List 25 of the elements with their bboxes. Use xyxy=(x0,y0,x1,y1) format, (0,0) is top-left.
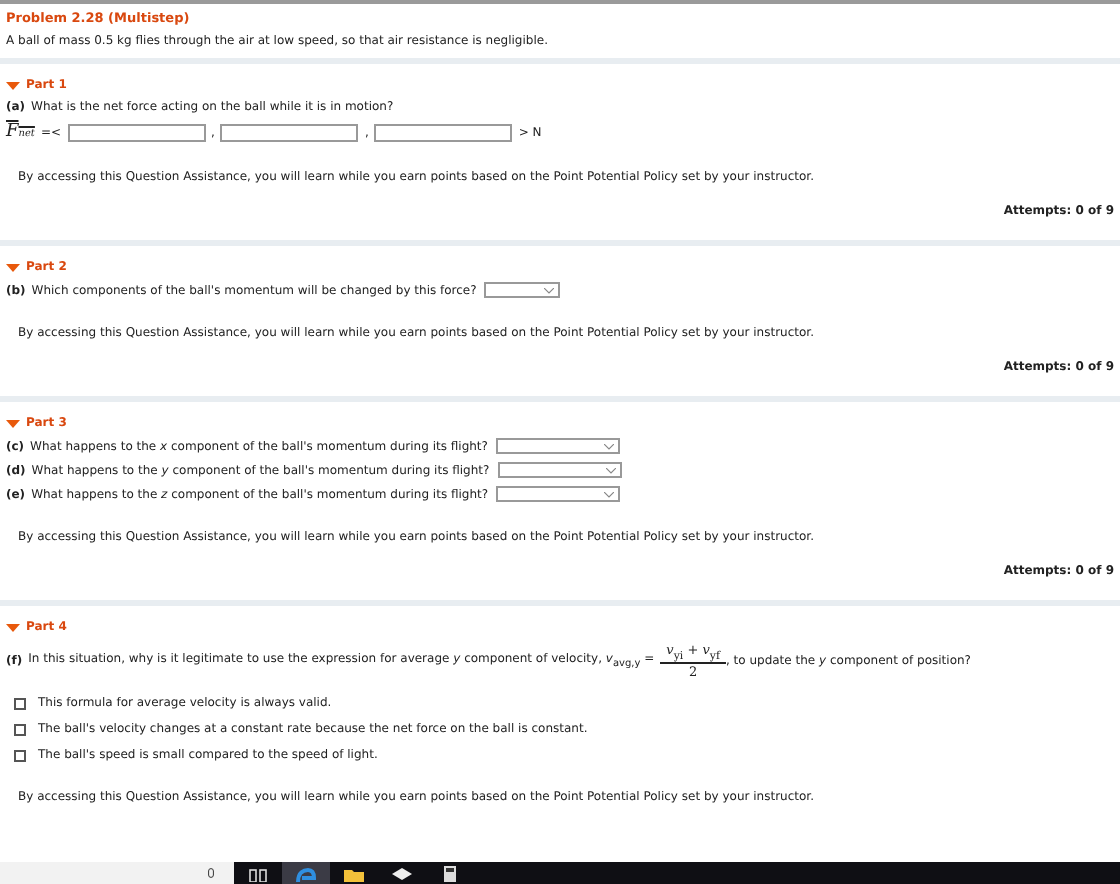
mortarboard-icon[interactable] xyxy=(392,865,412,881)
calculator-icon[interactable] xyxy=(440,865,460,881)
answer-dropdown[interactable] xyxy=(484,282,561,298)
answer-dropdown[interactable] xyxy=(495,438,620,454)
collapse-arrow-icon[interactable] xyxy=(6,419,20,427)
collapse-arrow-icon[interactable] xyxy=(6,81,20,89)
chevron-down-icon xyxy=(605,467,616,473)
task-view-icon[interactable] xyxy=(248,865,268,881)
checkbox[interactable] xyxy=(14,723,26,736)
microphone-icon[interactable] xyxy=(208,868,214,878)
collapse-arrow-icon[interactable] xyxy=(6,623,20,631)
checkbox[interactable] xyxy=(14,697,26,710)
answer-field[interactable] xyxy=(374,123,513,141)
browser-icon[interactable] xyxy=(296,865,316,881)
answer-field[interactable] xyxy=(220,123,359,141)
answer-field[interactable] xyxy=(67,123,206,141)
chevron-down-icon xyxy=(544,287,555,293)
chevron-down-icon xyxy=(603,443,614,449)
search-field[interactable] xyxy=(0,862,234,884)
collapse-arrow-icon[interactable] xyxy=(6,263,20,271)
checkbox[interactable] xyxy=(14,749,26,762)
answer-dropdown[interactable] xyxy=(496,486,621,502)
folder-icon[interactable] xyxy=(344,865,364,881)
chevron-down-icon xyxy=(604,491,615,497)
answer-dropdown[interactable] xyxy=(497,462,622,478)
